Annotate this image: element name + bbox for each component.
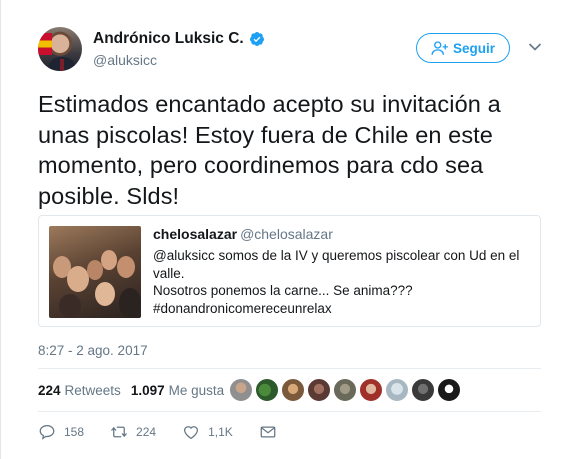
quoted-text-line: @aluksicc somos de la IV y queremos pisc… [153, 248, 520, 281]
liker-avatar[interactable] [385, 378, 409, 402]
liker-avatar[interactable] [229, 378, 253, 402]
retweet-button[interactable]: 224 [110, 423, 156, 441]
liker-avatar[interactable] [333, 378, 357, 402]
retweet-count: 224 [136, 425, 157, 439]
liker-avatar[interactable] [307, 378, 331, 402]
tweet-actions: 158 224 1,1K [38, 420, 303, 444]
follow-button[interactable]: Seguir [416, 33, 510, 63]
author-name-row[interactable]: Andrónico Luksic C. [93, 30, 265, 48]
author-name[interactable]: Andrónico Luksic C. [93, 30, 244, 48]
likes-label[interactable]: Me gusta [169, 383, 225, 398]
likes-count[interactable]: 1.097 [131, 383, 165, 398]
follow-button-label: Seguir [452, 40, 495, 56]
verified-badge-icon [249, 32, 264, 46]
quoted-text-line: #donandronicomereceunrelax [153, 300, 332, 316]
quoted-user[interactable]: chelosalazar @chelosalazar [153, 226, 333, 242]
tweet-stats: 224 Retweets 1.097 Me gusta [38, 376, 224, 404]
tweet-card: Andrónico Luksic C. @aluksicc Seguir Est… [0, 0, 561, 459]
chevron-down-icon[interactable] [528, 42, 542, 52]
retweets-label[interactable]: Retweets [65, 383, 121, 398]
quoted-tweet[interactable]: chelosalazar @chelosalazar @aluksicc somo… [38, 215, 541, 327]
liker-avatar[interactable] [359, 378, 383, 402]
tweet-text: Estimados encantado acepto su invitación… [38, 91, 501, 209]
liker-avatar[interactable] [437, 378, 461, 402]
divider [38, 368, 541, 369]
reply-icon [39, 424, 55, 440]
liker-avatar[interactable] [411, 378, 435, 402]
direct-message-button[interactable] [259, 423, 277, 441]
quoted-handle[interactable]: @chelosalazar [240, 226, 333, 242]
heart-icon [184, 426, 199, 440]
like-button[interactable]: 1,1K [182, 423, 233, 441]
like-count: 1,1K [208, 425, 233, 439]
retweets-count[interactable]: 224 [38, 383, 61, 398]
person-add-icon [431, 41, 448, 55]
tie-graphic [60, 59, 64, 71]
liker-avatar[interactable] [281, 378, 305, 402]
divider [38, 411, 541, 412]
quoted-text: @aluksicc somos de la IV y queremos pisc… [153, 247, 533, 317]
retweet-icon [111, 426, 128, 438]
envelope-icon [260, 426, 276, 438]
liker-avatars [229, 378, 461, 402]
quoted-name[interactable]: chelosalazar [153, 226, 237, 242]
group-selfie-photo[interactable] [49, 226, 141, 318]
quoted-text-line: Nosotros ponemos la carne... Se anima??? [153, 283, 413, 298]
reply-count: 158 [64, 425, 85, 439]
reply-button[interactable]: 158 [38, 423, 84, 441]
flag-graphic [38, 33, 52, 55]
author-avatar[interactable] [38, 27, 82, 71]
tweet-timestamp[interactable]: 8:27 - 2 ago. 2017 [38, 343, 148, 358]
author-handle[interactable]: @aluksicc [93, 52, 157, 68]
liker-avatar[interactable] [255, 378, 279, 402]
